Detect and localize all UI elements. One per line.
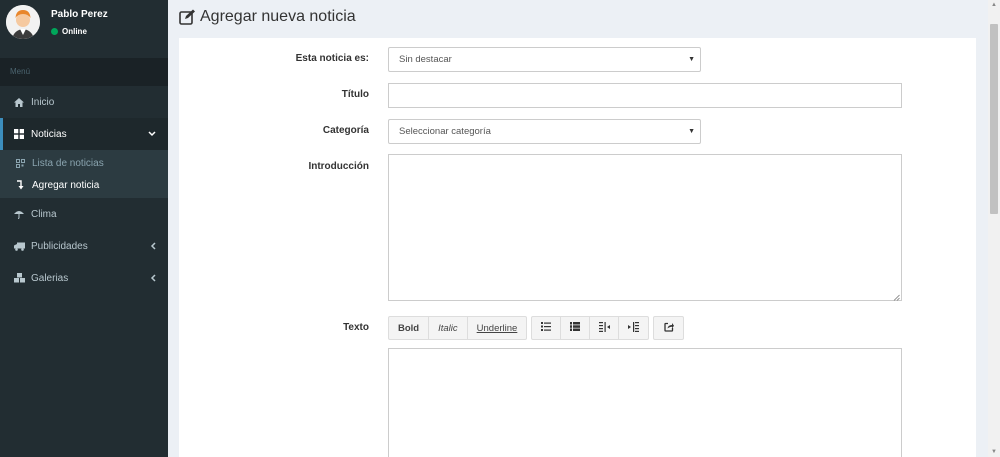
user-panel: Pablo Perez Online	[0, 0, 168, 58]
avatar[interactable]	[6, 5, 40, 39]
featured-label: Esta noticia es:	[295, 53, 369, 64]
category-select[interactable]: Seleccionar categoría ▼	[388, 119, 701, 144]
sidebar-item-label: Publicidades	[31, 240, 88, 252]
user-status-label: Online	[62, 27, 87, 36]
submenu-item-agregar[interactable]: Agregar noticia	[0, 174, 168, 196]
menu-header: Menú	[0, 58, 168, 86]
sidebar-item-inicio[interactable]: Inicio	[0, 86, 168, 118]
sidebar-item-clima[interactable]: Clima	[0, 198, 168, 230]
unordered-list-button[interactable]	[532, 317, 562, 339]
intro-label: Introducción	[308, 161, 369, 172]
outdent-icon	[598, 321, 610, 335]
title-input[interactable]	[388, 83, 902, 108]
chevron-left-icon	[150, 230, 156, 262]
truck-icon	[13, 242, 25, 251]
unordered-list-icon	[541, 322, 552, 334]
scrollbar[interactable]: ▲ ▼	[988, 0, 1000, 457]
user-status: Online	[51, 27, 87, 36]
title-label: Título	[341, 89, 369, 100]
qrcode-icon	[15, 158, 25, 168]
indent-icon	[628, 321, 640, 335]
list-button-group	[531, 316, 650, 340]
edit-icon	[179, 9, 196, 25]
featured-select[interactable]: Sin destacar ▼	[388, 47, 701, 72]
submenu-item-label: Agregar noticia	[32, 179, 100, 191]
ordered-list-button[interactable]	[561, 317, 591, 339]
text-label: Texto	[343, 322, 369, 333]
submenu-noticias: Lista de noticias Agregar noticia	[0, 150, 168, 198]
sidebar-item-label: Noticias	[31, 128, 67, 140]
level-down-icon	[15, 180, 25, 190]
page-title: Agregar nueva noticia	[179, 8, 356, 26]
scroll-up-arrow-icon[interactable]: ▲	[991, 2, 997, 8]
category-select-value: Seleccionar categoría	[399, 126, 491, 137]
link-button-group	[653, 316, 685, 340]
share-button[interactable]	[654, 317, 683, 339]
chevron-down-icon	[148, 118, 156, 150]
grid-icon	[13, 129, 25, 139]
caret-down-icon: ▼	[688, 56, 695, 63]
sidebar: Pablo Perez Online Menú Inicio Noticias …	[0, 0, 168, 457]
submenu-item-lista[interactable]: Lista de noticias	[0, 152, 168, 174]
format-button-group: Bold Italic Underline	[388, 316, 528, 340]
category-label: Categoría	[322, 125, 369, 136]
text-editor[interactable]	[388, 348, 902, 457]
bold-button[interactable]: Bold	[389, 317, 430, 339]
sidebar-item-noticias[interactable]: Noticias	[0, 118, 168, 150]
share-icon	[664, 322, 674, 335]
cubes-icon	[13, 273, 25, 283]
page-title-text: Agregar nueva noticia	[200, 8, 356, 25]
intro-textarea[interactable]	[388, 154, 902, 301]
underline-button[interactable]: Underline	[468, 317, 527, 339]
scroll-thumb[interactable]	[990, 24, 998, 214]
resize-handle-icon[interactable]	[893, 292, 900, 301]
scroll-down-arrow-icon[interactable]: ▼	[991, 449, 997, 455]
ordered-list-icon	[570, 322, 581, 334]
indent-button[interactable]	[619, 317, 648, 339]
online-dot-icon	[51, 28, 58, 35]
caret-down-icon: ▼	[688, 128, 695, 135]
chevron-left-icon	[150, 262, 156, 294]
sidebar-item-publicidades[interactable]: Publicidades	[0, 230, 168, 262]
editor-toolbar: Bold Italic Underline	[388, 316, 688, 340]
sidebar-item-galerias[interactable]: Galerias	[0, 262, 168, 294]
user-name: Pablo Perez	[51, 9, 108, 20]
sidebar-item-label: Clima	[31, 208, 57, 220]
home-icon	[13, 97, 25, 107]
sidebar-item-label: Inicio	[31, 96, 55, 108]
sidebar-item-label: Galerias	[31, 272, 69, 284]
submenu-item-label: Lista de noticias	[32, 157, 104, 169]
umbrella-icon	[13, 209, 25, 219]
italic-button[interactable]: Italic	[429, 317, 468, 339]
featured-select-value: Sin destacar	[399, 54, 452, 65]
main-content: Agregar nueva noticia Esta noticia es: S…	[168, 0, 988, 457]
form-box: Esta noticia es: Sin destacar ▼ Título C…	[179, 38, 976, 457]
outdent-button[interactable]	[590, 317, 620, 339]
